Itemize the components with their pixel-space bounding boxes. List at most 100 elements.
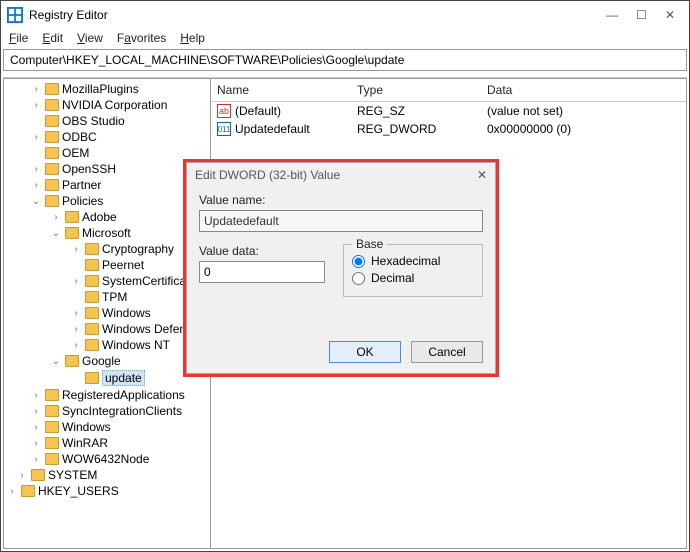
tree-item[interactable]: › WinRAR	[6, 435, 210, 451]
maximize-button[interactable]: ☐	[636, 8, 647, 22]
tree-item[interactable]: › ODBC	[6, 129, 210, 145]
radio-dec-label: Decimal	[371, 271, 414, 285]
tree-item[interactable]: ⌄ Google	[6, 353, 210, 369]
ok-button[interactable]: OK	[329, 341, 401, 363]
value-data-field[interactable]	[199, 261, 325, 283]
tree-twisty-icon[interactable]: ›	[30, 100, 42, 111]
tree-item[interactable]: ›HKEY_USERS	[6, 483, 210, 499]
radio-hex[interactable]	[352, 255, 365, 268]
folder-icon	[45, 405, 59, 417]
base-groupbox: Base Hexadecimal Decimal	[343, 244, 483, 297]
tree-twisty-icon[interactable]: ›	[70, 340, 82, 351]
tree-label: WOW6432Node	[62, 452, 149, 466]
tree-item[interactable]: › WOW6432Node	[6, 451, 210, 467]
folder-icon	[85, 243, 99, 255]
menu-view[interactable]: View	[77, 31, 103, 45]
tree-label: SyncIntegrationClients	[62, 404, 182, 418]
dialog-title: Edit DWORD (32-bit) Value	[195, 168, 340, 182]
list-row[interactable]: 011UpdatedefaultREG_DWORD0x00000000 (0)	[211, 120, 686, 138]
tree-twisty-icon[interactable]: ›	[70, 276, 82, 287]
list-row[interactable]: ab(Default)REG_SZ(value not set)	[211, 102, 686, 120]
tree-item[interactable]: ⌄Policies	[6, 193, 210, 209]
tree-twisty-icon[interactable]: ⌄	[50, 228, 62, 239]
tree-item[interactable]: › Windows	[6, 305, 210, 321]
tree-label: Windows	[102, 306, 151, 320]
tree-twisty-icon[interactable]: ›	[30, 84, 42, 95]
tree-item[interactable]: Peernet	[6, 257, 210, 273]
tree-twisty-icon[interactable]: ›	[50, 212, 62, 223]
tree-item[interactable]: ›Adobe	[6, 209, 210, 225]
cancel-button[interactable]: Cancel	[411, 341, 483, 363]
value-name-field	[199, 210, 483, 232]
tree-item[interactable]: ›Windows NT	[6, 337, 210, 353]
app-icon	[7, 7, 23, 23]
tree-twisty-icon[interactable]: ⌄	[30, 196, 42, 207]
column-headers[interactable]: Name Type Data	[211, 79, 686, 102]
tree-label: ODBC	[62, 130, 97, 144]
col-type[interactable]: Type	[357, 83, 487, 97]
folder-icon	[45, 147, 59, 159]
minimize-button[interactable]: —	[606, 8, 618, 22]
tree-twisty-icon[interactable]: ⌄	[50, 356, 62, 367]
folder-icon	[85, 372, 99, 384]
tree-item[interactable]: TPM	[6, 289, 210, 305]
tree-label: Peernet	[102, 258, 144, 272]
menu-favorites[interactable]: Favorites	[117, 31, 166, 45]
tree-item[interactable]: ›Partner	[6, 177, 210, 193]
tree-item[interactable]: › SyncIntegrationClients	[6, 403, 210, 419]
tree-item[interactable]: ›SystemCertificates	[6, 273, 210, 289]
tree-item[interactable]: ›OpenSSH	[6, 161, 210, 177]
tree-twisty-icon[interactable]: ›	[6, 486, 18, 497]
tree-item[interactable]: ⌄Microsoft	[6, 225, 210, 241]
tree-label: OEM	[62, 146, 89, 160]
dialog-close-button[interactable]: ✕	[477, 168, 487, 182]
folder-icon	[45, 453, 59, 465]
menubar: File Edit View Favorites Help	[1, 29, 689, 49]
address-bar[interactable]: Computer\HKEY_LOCAL_MACHINE\SOFTWARE\Pol…	[3, 49, 687, 71]
tree-item[interactable]: › NVIDIA Corporation	[6, 97, 210, 113]
radio-dec[interactable]	[352, 272, 365, 285]
tree-twisty-icon[interactable]: ›	[30, 422, 42, 433]
tree-item[interactable]: ›SYSTEM	[6, 467, 210, 483]
col-name[interactable]: Name	[217, 83, 357, 97]
tree-label: NVIDIA Corporation	[62, 98, 167, 112]
tree-label: WinRAR	[62, 436, 108, 450]
tree-label: TPM	[102, 290, 127, 304]
folder-icon	[45, 131, 59, 143]
tree-item[interactable]: › Cryptography	[6, 241, 210, 257]
folder-icon	[85, 259, 99, 271]
tree-label: Cryptography	[102, 242, 174, 256]
value-name: Updatedefault	[235, 122, 310, 136]
tree-item[interactable]: update	[6, 369, 210, 387]
menu-help[interactable]: Help	[180, 31, 205, 45]
folder-icon	[45, 163, 59, 175]
tree-twisty-icon[interactable]: ›	[30, 180, 42, 191]
tree-item[interactable]: OBS Studio	[6, 113, 210, 129]
tree-label: RegisteredApplications	[62, 388, 185, 402]
tree-twisty-icon[interactable]: ›	[70, 244, 82, 255]
col-data[interactable]: Data	[487, 83, 680, 97]
tree-pane[interactable]: ›MozillaPlugins›NVIDIA CorporationOBS St…	[3, 78, 211, 549]
tree-twisty-icon[interactable]: ›	[30, 406, 42, 417]
tree-twisty-icon[interactable]: ›	[30, 454, 42, 465]
tree-twisty-icon[interactable]: ›	[16, 470, 28, 481]
tree-item[interactable]: ›Windows	[6, 419, 210, 435]
tree-item[interactable]: ›MozillaPlugins	[6, 81, 210, 97]
tree-item[interactable]: ›Windows Defender	[6, 321, 210, 337]
tree-item[interactable]: › RegisteredApplications	[6, 387, 210, 403]
tree-twisty-icon[interactable]: ›	[70, 324, 82, 335]
tree-twisty-icon[interactable]: ›	[70, 308, 82, 319]
tree-item[interactable]: OEM	[6, 145, 210, 161]
tree-twisty-icon[interactable]: ›	[30, 438, 42, 449]
menu-edit[interactable]: Edit	[42, 31, 63, 45]
menu-file[interactable]: File	[9, 31, 28, 45]
value-data-label: Value data:	[199, 244, 325, 258]
close-button[interactable]: ✕	[665, 8, 675, 22]
tree-twisty-icon[interactable]: ›	[30, 164, 42, 175]
string-value-icon: ab	[217, 104, 231, 118]
tree-twisty-icon[interactable]: ›	[30, 390, 42, 401]
tree-label: OBS Studio	[62, 114, 125, 128]
tree-twisty-icon[interactable]: ›	[30, 132, 42, 143]
tree-label: Google	[82, 354, 121, 368]
base-legend: Base	[352, 237, 387, 251]
